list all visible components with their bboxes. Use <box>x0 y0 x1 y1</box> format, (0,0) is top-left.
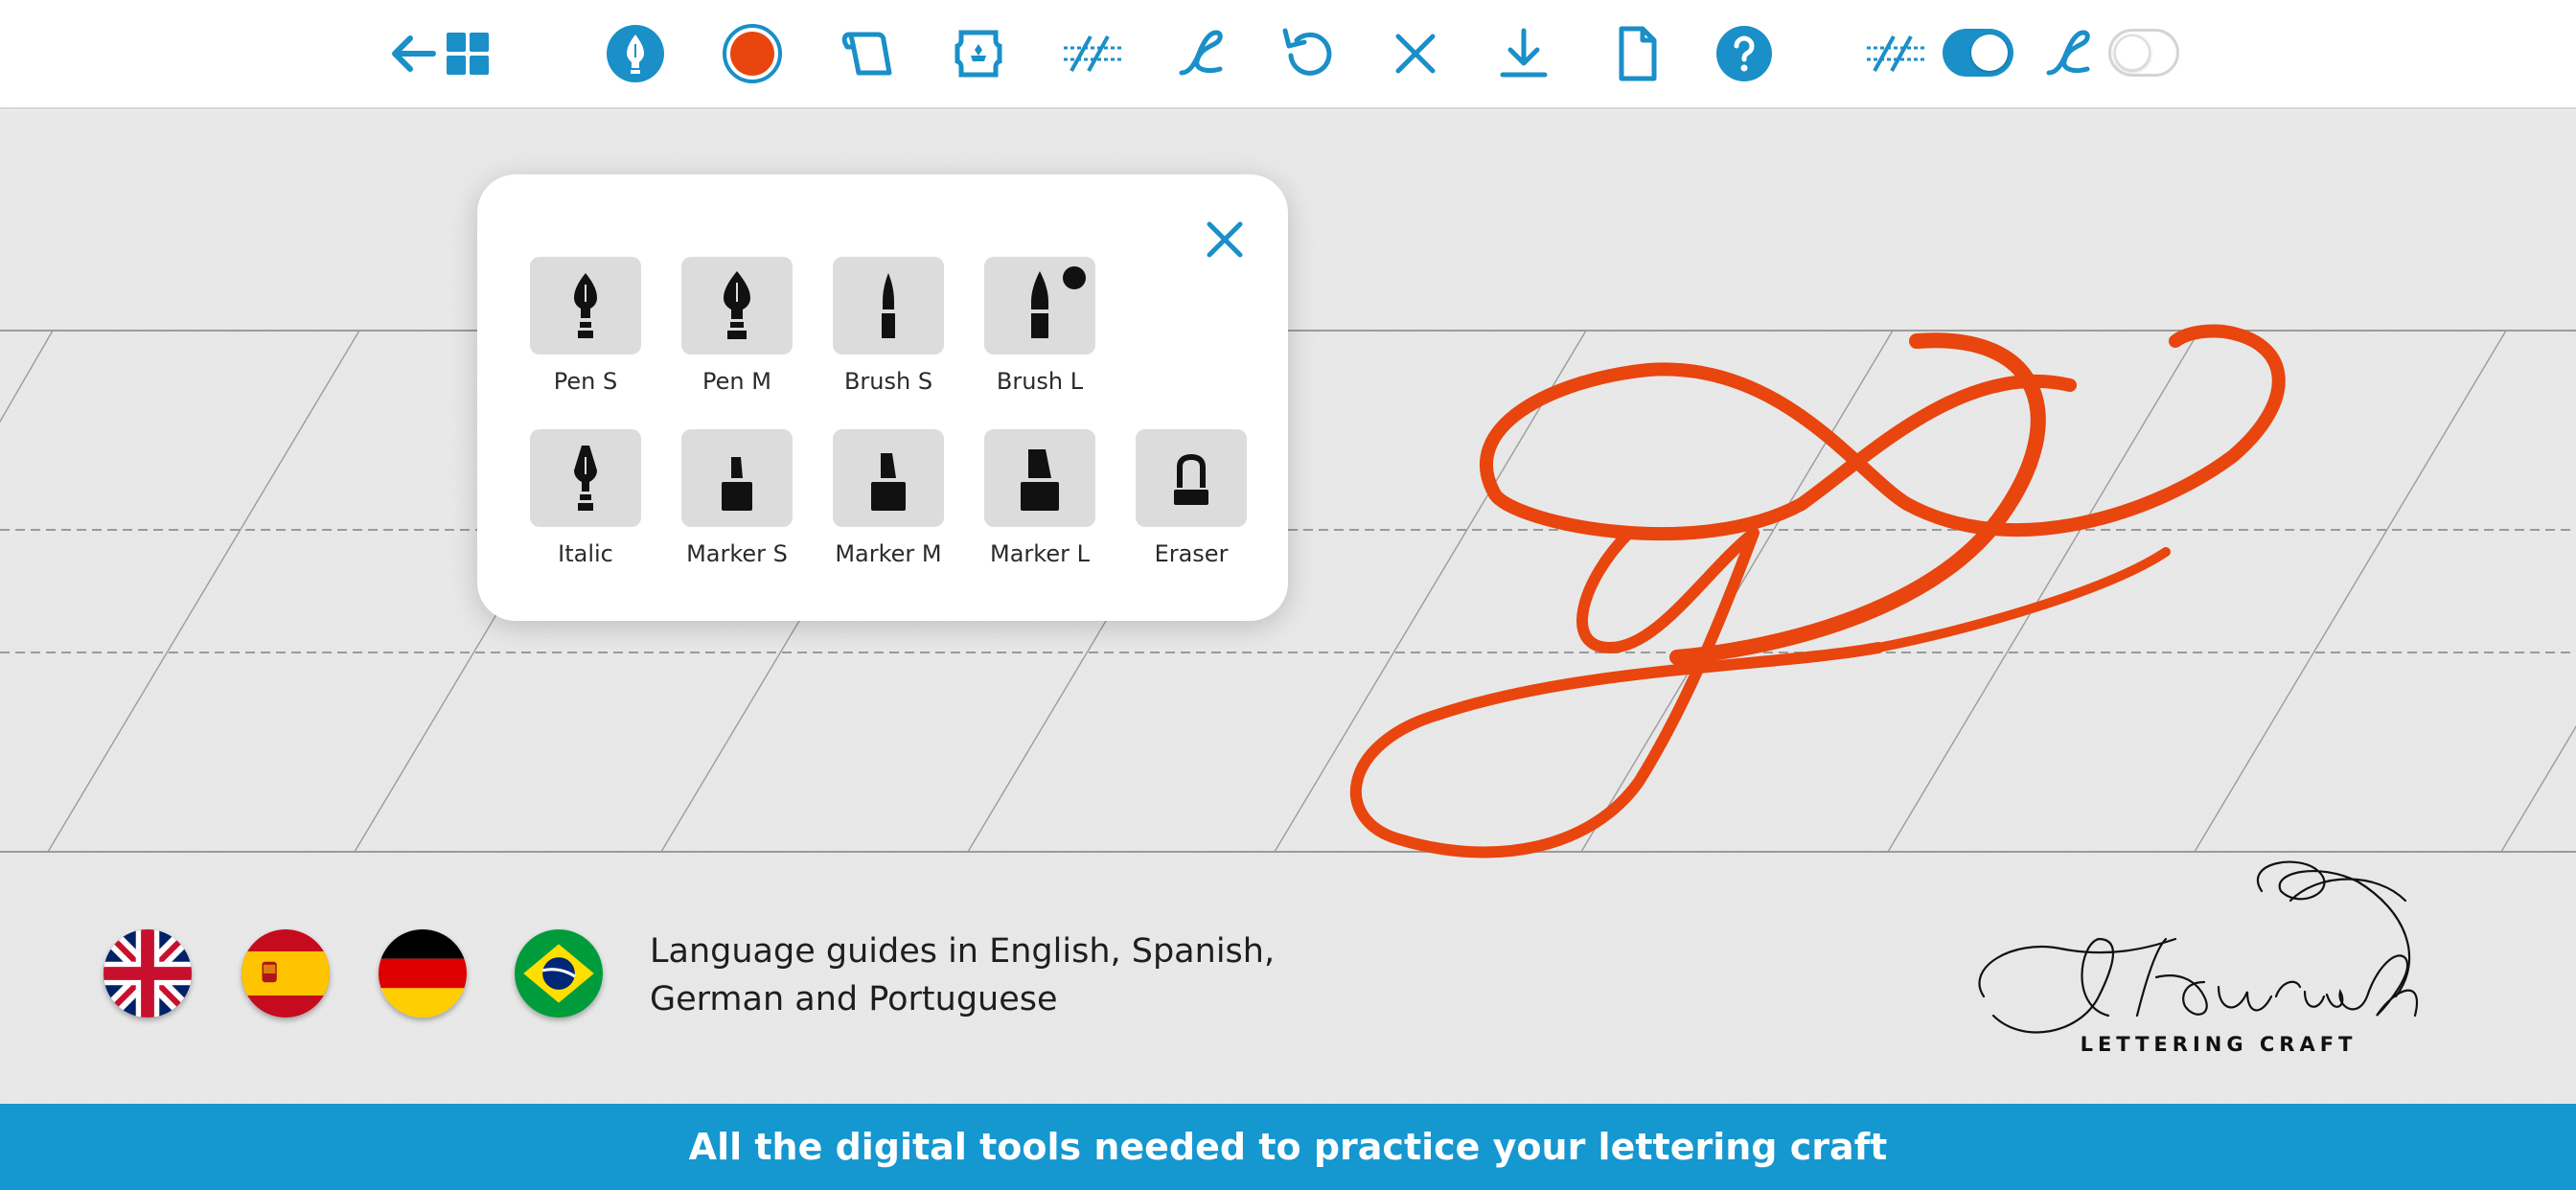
marker-icon <box>833 429 944 527</box>
eraser-icon <box>1136 429 1247 527</box>
brazil-flag-icon <box>515 929 603 1018</box>
undo-icon[interactable] <box>1274 19 1343 88</box>
tool-picker-popup: Pen S Pen M Brush S Brush L Italic Marke… <box>477 174 1288 621</box>
help-icon[interactable] <box>1710 19 1779 88</box>
tool-pen-m[interactable]: Pen M <box>681 257 793 420</box>
guidelines-toggle[interactable] <box>1943 29 2013 77</box>
selected-indicator <box>1063 266 1086 289</box>
uk-flag-icon <box>104 929 192 1018</box>
germany-flag-icon <box>379 929 467 1018</box>
close-icon[interactable] <box>1198 213 1252 266</box>
clear-icon[interactable] <box>1381 19 1450 88</box>
tool-label: Marker S <box>686 540 788 567</box>
logo-subtitle: LETTERING CRAFT <box>2080 1033 2358 1056</box>
grid-icon[interactable] <box>433 19 502 88</box>
tool-label: Brush S <box>843 368 933 395</box>
tool-label: Eraser <box>1154 540 1229 567</box>
language-line-2: German and Portuguese <box>650 980 1058 1018</box>
tool-eraser[interactable]: Eraser <box>1136 429 1247 592</box>
tool-label: Pen M <box>702 368 771 395</box>
tool-label: Marker L <box>990 540 1090 567</box>
color-swatch-icon[interactable] <box>718 19 787 88</box>
letter-l-toggle-icon <box>2037 19 2103 88</box>
tool-brush-l[interactable]: Brush L <box>984 257 1095 420</box>
flourish-logo <box>1978 860 2418 1034</box>
language-guides-text: Language guides in English, Spanish, Ger… <box>650 927 1321 1023</box>
pen-nib-icon <box>530 257 641 355</box>
stamp-icon[interactable] <box>944 19 1013 88</box>
italic-nib-icon <box>530 429 641 527</box>
brush-icon <box>984 257 1095 355</box>
brush-icon <box>833 257 944 355</box>
scroll-icon[interactable] <box>832 19 901 88</box>
download-icon[interactable] <box>1489 19 1558 88</box>
language-line-1: Language guides in English, Spanish, <box>650 932 1276 971</box>
guidelines-icon[interactable] <box>1058 19 1127 88</box>
tool-label: Marker M <box>835 540 942 567</box>
letter-guides-toggle[interactable] <box>2108 29 2179 77</box>
tool-brush-s[interactable]: Brush S <box>833 257 944 420</box>
marker-icon <box>984 429 1095 527</box>
pen-nib-icon <box>681 257 793 355</box>
toggle-knob <box>2114 34 2150 71</box>
guidelines-toggle-icon <box>1857 19 1934 88</box>
tool-marker-l[interactable]: Marker L <box>984 429 1095 592</box>
tool-pen-s[interactable]: Pen S <box>530 257 641 420</box>
marker-icon <box>681 429 793 527</box>
tool-marker-m[interactable]: Marker M <box>833 429 944 592</box>
spain-flag-icon <box>242 929 330 1018</box>
tool-label: Italic <box>558 540 613 567</box>
pen-tool-icon[interactable] <box>601 19 670 88</box>
letter-l-icon[interactable] <box>1168 19 1237 88</box>
tool-label: Brush L <box>996 368 1084 395</box>
banner-text: All the digital tools needed to practice… <box>688 1126 1888 1168</box>
tool-label: Pen S <box>553 368 618 395</box>
top-toolbar <box>0 0 2576 109</box>
page-icon[interactable] <box>1602 19 1671 88</box>
toggle-knob <box>1971 34 2008 71</box>
tool-marker-s[interactable]: Marker S <box>681 429 793 592</box>
tool-italic[interactable]: Italic <box>530 429 641 592</box>
promo-banner: All the digital tools needed to practice… <box>0 1104 2576 1190</box>
